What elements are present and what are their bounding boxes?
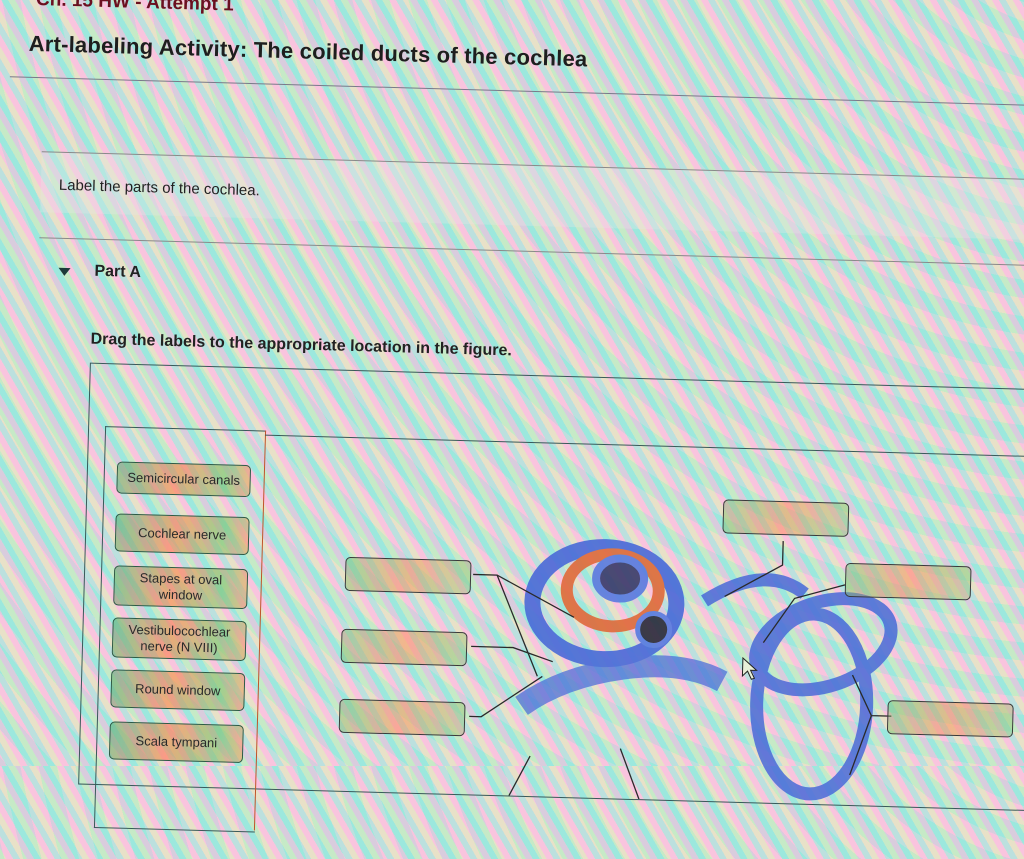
instructions: Drag the labels to the appropriate locat… bbox=[90, 330, 513, 360]
drop-target-5[interactable] bbox=[844, 562, 972, 601]
page: Ch. 15 HW - Attempt 1 Art-labeling Activ… bbox=[0, 0, 1024, 833]
drop-target-1[interactable] bbox=[344, 556, 472, 595]
drop-target-4[interactable] bbox=[722, 499, 850, 537]
art-labeling-figure: Semicircular canals Cochlear nerve Stape… bbox=[78, 362, 1024, 833]
page-title: Art-labeling Activity: The coiled ducts … bbox=[28, 30, 588, 72]
intro-text: Label the parts of the cochlea. bbox=[58, 176, 260, 200]
intro-divider bbox=[39, 237, 1024, 269]
drop-target-3[interactable] bbox=[338, 698, 466, 737]
part-a-heading[interactable]: Part A bbox=[94, 263, 141, 282]
drop-target-6[interactable] bbox=[886, 700, 1014, 738]
collapse-triangle-icon[interactable] bbox=[58, 267, 71, 277]
breadcrumb[interactable]: Ch. 15 HW - Attempt 1 bbox=[36, 0, 234, 17]
semicircular-canals-shape bbox=[701, 573, 898, 801]
title-divider bbox=[9, 76, 1024, 109]
drop-target-2[interactable] bbox=[340, 628, 468, 667]
intro-panel: Label the parts of the cochlea. bbox=[40, 151, 1024, 243]
cochlea-shape bbox=[515, 539, 728, 715]
